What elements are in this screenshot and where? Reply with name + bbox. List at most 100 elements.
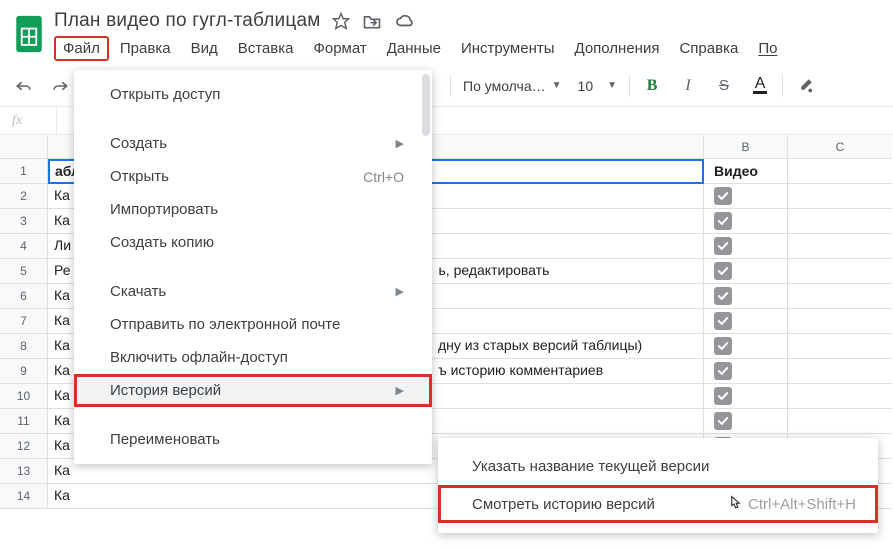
submenu-item[interactable]: Смотреть историю версийCtrl+Alt+Shift+H <box>438 485 878 523</box>
checkbox-checked-icon[interactable] <box>714 387 732 405</box>
cell[interactable] <box>788 409 892 434</box>
menu-file[interactable]: Файл <box>54 36 109 61</box>
checkbox-checked-icon[interactable] <box>714 212 732 230</box>
menu-tools[interactable]: Инструменты <box>452 36 564 61</box>
row-header[interactable]: 13 <box>0 459 48 484</box>
submenu-item[interactable]: Указать название текущей версии <box>438 448 878 485</box>
cell[interactable] <box>704 234 788 259</box>
bold-button[interactable]: B <box>638 72 666 100</box>
menu-item[interactable]: Создать ▶ <box>74 127 432 160</box>
cell[interactable] <box>704 209 788 234</box>
star-icon[interactable] <box>332 12 350 30</box>
menu-item[interactable]: Открыть Ctrl+O <box>74 160 432 193</box>
shortcut-label: Ctrl+O <box>363 169 404 185</box>
menu-item[interactable]: Отправить по электронной почте <box>74 308 432 341</box>
fillcolor-button[interactable] <box>791 72 819 100</box>
row-header[interactable]: 12 <box>0 434 48 459</box>
row-header[interactable]: 7 <box>0 309 48 334</box>
fontsize-select[interactable]: 10▼ <box>574 78 621 94</box>
menu-item[interactable]: Создать копию <box>74 226 432 259</box>
menu-item-label: Импортировать <box>110 201 218 218</box>
fontsize-label: 10 <box>578 78 594 94</box>
textcolor-button[interactable]: A <box>746 72 774 100</box>
menu-item[interactable]: Открыть доступ <box>74 78 432 111</box>
menu-data[interactable]: Данные <box>378 36 450 61</box>
menu-scrollbar[interactable] <box>422 74 430 460</box>
cell[interactable] <box>704 284 788 309</box>
menu-insert[interactable]: Вставка <box>229 36 303 61</box>
checkbox-checked-icon[interactable] <box>714 312 732 330</box>
menu-item-label: История версий <box>110 382 221 399</box>
checkbox-checked-icon[interactable] <box>714 262 732 280</box>
cell[interactable]: Видео <box>704 159 788 184</box>
pointer-cursor-icon <box>726 495 742 513</box>
checkbox-checked-icon[interactable] <box>714 337 732 355</box>
caret-icon: ▼ <box>552 80 562 91</box>
cell[interactable] <box>788 384 892 409</box>
cell[interactable] <box>704 309 788 334</box>
checkbox-checked-icon[interactable] <box>714 187 732 205</box>
menu-addons[interactable]: Дополнения <box>566 36 669 61</box>
row-header[interactable]: 5 <box>0 259 48 284</box>
row-header[interactable]: 6 <box>0 284 48 309</box>
menu-item[interactable]: Включить офлайн-доступ <box>74 341 432 374</box>
menu-view[interactable]: Вид <box>182 36 227 61</box>
cell[interactable] <box>788 309 892 334</box>
cell[interactable] <box>788 259 892 284</box>
menu-item-label: Включить офлайн-доступ <box>110 349 288 366</box>
cell[interactable] <box>788 359 892 384</box>
col-header-b[interactable]: B <box>704 135 788 159</box>
menu-item-label: Открыть <box>110 168 169 185</box>
strike-button[interactable]: S <box>710 72 738 100</box>
cell[interactable] <box>704 359 788 384</box>
row-header[interactable]: 4 <box>0 234 48 259</box>
chevron-right-icon: ▶ <box>396 285 404 298</box>
row-header[interactable]: 11 <box>0 409 48 434</box>
row-header[interactable]: 1 <box>0 159 48 184</box>
cell[interactable] <box>788 184 892 209</box>
row-header[interactable]: 10 <box>0 384 48 409</box>
row-header[interactable]: 3 <box>0 209 48 234</box>
menu-help[interactable]: Справка <box>670 36 747 61</box>
redo-button[interactable] <box>46 72 74 100</box>
menu-item[interactable]: Скачать▶ <box>74 275 432 308</box>
cell[interactable] <box>704 384 788 409</box>
cell[interactable] <box>788 334 892 359</box>
cloud-icon[interactable] <box>394 13 416 29</box>
cell[interactable] <box>704 409 788 434</box>
menu-edit[interactable]: Правка <box>111 36 180 61</box>
cell[interactable] <box>788 159 892 184</box>
undo-button[interactable] <box>10 72 38 100</box>
row-header[interactable]: 8 <box>0 334 48 359</box>
fx-label: fx <box>12 113 22 129</box>
menu-item[interactable]: Импортировать <box>74 193 432 226</box>
cell[interactable] <box>788 284 892 309</box>
menu-item[interactable]: История версий▶ <box>74 374 432 407</box>
font-select[interactable]: По умолча…▼ <box>459 78 566 94</box>
checkbox-checked-icon[interactable] <box>714 237 732 255</box>
version-history-submenu: Указать название текущей версииСмотреть … <box>438 438 878 533</box>
row-header[interactable]: 14 <box>0 484 48 509</box>
doc-title[interactable]: План видео по гугл-таблицам <box>54 10 320 32</box>
checkbox-checked-icon[interactable] <box>714 362 732 380</box>
cell[interactable] <box>704 259 788 284</box>
checkbox-checked-icon[interactable] <box>714 287 732 305</box>
italic-button[interactable]: I <box>674 72 702 100</box>
menu-extra[interactable]: По <box>749 36 786 61</box>
select-all-corner[interactable] <box>0 135 48 159</box>
row-header[interactable]: 9 <box>0 359 48 384</box>
chevron-right-icon: ▶ <box>396 137 404 150</box>
checkbox-checked-icon[interactable] <box>714 412 732 430</box>
menu-item[interactable]: Переименовать <box>74 423 432 456</box>
cell[interactable] <box>788 234 892 259</box>
col-header-c[interactable]: C <box>788 135 892 159</box>
move-icon[interactable] <box>362 12 382 30</box>
cell[interactable] <box>704 334 788 359</box>
row-header[interactable]: 2 <box>0 184 48 209</box>
menu-format[interactable]: Формат <box>304 36 375 61</box>
menu-item-label: Переименовать <box>110 431 220 448</box>
cell[interactable] <box>704 184 788 209</box>
cell[interactable] <box>788 209 892 234</box>
menu-item-label: Создать <box>110 135 167 152</box>
app-logo[interactable] <box>10 8 48 56</box>
